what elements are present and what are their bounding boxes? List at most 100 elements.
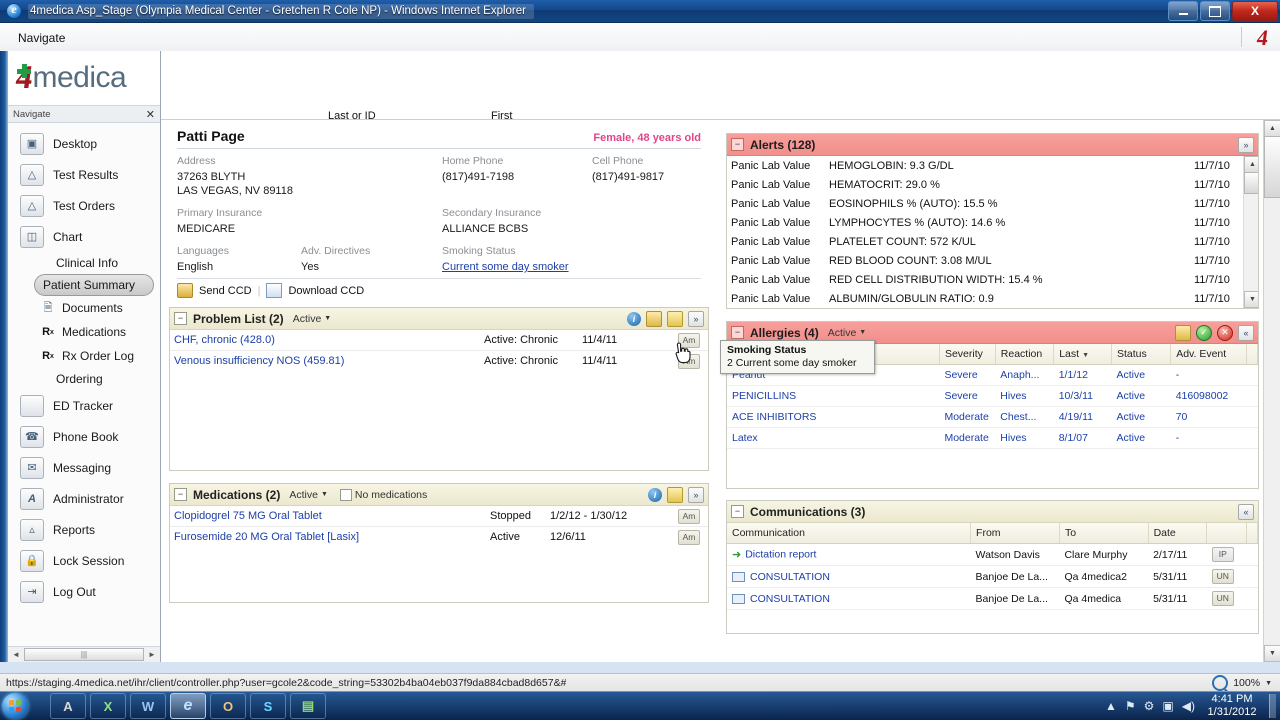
- column-date[interactable]: Date: [1148, 523, 1207, 544]
- close-button[interactable]: X: [1232, 1, 1278, 21]
- sidebar-item-desktop[interactable]: ▣ Desktop: [8, 128, 160, 159]
- scroll-thumb[interactable]: [1264, 136, 1280, 198]
- alert-row[interactable]: Panic Lab Value LYMPHOCYTES % (AUTO): 14…: [727, 213, 1258, 232]
- sidebar-item-rx-order-log[interactable]: Rx Rx Order Log: [8, 344, 160, 368]
- table-row[interactable]: CHF, chronic (428.0) Active: Chronic 11/…: [170, 330, 708, 351]
- expand-icon[interactable]: »: [1238, 137, 1254, 153]
- download-ccd-button[interactable]: Download CCD: [288, 285, 364, 297]
- sidebar-item-phone-book[interactable]: ☎ Phone Book: [8, 421, 160, 452]
- sidebar-item-reports[interactable]: ▵ Reports: [8, 514, 160, 545]
- alert-row[interactable]: Panic Lab Value HEMOGLOBIN: 9.3 G/DL 11/…: [727, 156, 1258, 175]
- sidebar-item-chart[interactable]: ◫ Chart: [8, 221, 160, 252]
- table-row[interactable]: ACE INHIBITORS Moderate Chest... 4/19/11…: [727, 407, 1258, 428]
- internet-explorer-taskbar-item[interactable]: e: [170, 693, 206, 719]
- alert-row[interactable]: Panic Lab Value PLATELET COUNT: 572 K/UL…: [727, 232, 1258, 251]
- allergy-description[interactable]: ACE INHIBITORS: [727, 407, 939, 428]
- no-medications-checkbox[interactable]: [340, 489, 352, 501]
- collapse-icon[interactable]: −: [174, 488, 187, 501]
- scroll-thumb[interactable]: |||: [24, 648, 144, 661]
- scroll-left-icon[interactable]: ◄: [10, 650, 22, 659]
- sidebar-item-log-out[interactable]: ⇥ Log Out: [8, 576, 160, 607]
- column-to[interactable]: To: [1059, 523, 1148, 544]
- scroll-up-icon[interactable]: ▲: [1264, 120, 1280, 137]
- medication-name[interactable]: Furosemide 20 MG Oral Tablet [Lasix]: [174, 531, 490, 543]
- edit-note-icon[interactable]: [667, 487, 683, 503]
- sidebar-item-documents[interactable]: 🗎 Documents: [8, 296, 160, 320]
- status-badge[interactable]: UN: [1212, 569, 1234, 584]
- alert-row[interactable]: Panic Lab Value RED CELL DISTRIBUTION WI…: [727, 270, 1258, 289]
- expand-icon[interactable]: »: [688, 311, 704, 327]
- table-row[interactable]: CONSULTATION Banjoe De La... Qa 4medica2…: [727, 566, 1258, 588]
- allergy-description[interactable]: Latex: [727, 428, 939, 449]
- communication-name[interactable]: CONSULTATION: [750, 593, 830, 605]
- amend-badge[interactable]: Am: [678, 509, 700, 524]
- table-row[interactable]: PENICILLINS Severe Hives 10/3/11 Active …: [727, 386, 1258, 407]
- content-scrollbar[interactable]: ▲ ▼: [1263, 120, 1280, 662]
- alert-row[interactable]: Panic Lab Value ALBUMIN/GLOBULIN RATIO: …: [727, 289, 1258, 308]
- folder-icon[interactable]: [646, 311, 662, 327]
- alerts-scrollbar[interactable]: ▲ ▼: [1243, 156, 1258, 308]
- sidebar-item-ed-tracker[interactable]: ED Tracker: [8, 390, 160, 421]
- allergy-description[interactable]: PENICILLINS: [727, 386, 939, 407]
- info-icon[interactable]: i: [627, 312, 641, 326]
- scroll-down-icon[interactable]: ▼: [1244, 291, 1258, 308]
- medication-name[interactable]: Clopidogrel 75 MG Oral Tablet: [174, 510, 490, 522]
- no-medications-checkbox-group[interactable]: No medications: [340, 489, 427, 501]
- table-row[interactable]: Furosemide 20 MG Oral Tablet [Lasix] Act…: [170, 527, 708, 547]
- status-badge[interactable]: IP: [1212, 547, 1234, 562]
- amend-badge[interactable]: Am: [678, 530, 700, 545]
- delete-icon[interactable]: ✕: [1217, 325, 1233, 341]
- clock[interactable]: 4:41 PM 1/31/2012: [1203, 693, 1261, 719]
- verify-icon[interactable]: ✓: [1196, 325, 1212, 341]
- sidebar-item-test-orders[interactable]: △ Test Orders: [8, 190, 160, 221]
- allergies-filter[interactable]: Active ▼: [828, 327, 867, 339]
- scroll-down-icon[interactable]: ▼: [1264, 645, 1280, 662]
- maximize-button[interactable]: [1200, 1, 1230, 21]
- zoom-control[interactable]: 100% ▼: [1212, 675, 1272, 691]
- problem-name[interactable]: Venous insufficiency NOS (459.81): [174, 355, 484, 367]
- collapse-icon[interactable]: −: [731, 138, 744, 151]
- collapse-icon[interactable]: −: [731, 505, 744, 518]
- problem-list-filter[interactable]: Active ▼: [293, 313, 332, 325]
- collapse-icon[interactable]: −: [731, 326, 744, 339]
- smoking-status-link[interactable]: Current some day smoker: [442, 261, 569, 273]
- edit-note-icon[interactable]: [667, 311, 683, 327]
- send-ccd-button[interactable]: Send CCD: [199, 285, 252, 297]
- notepad-taskbar-item[interactable]: A: [50, 693, 86, 719]
- alert-row[interactable]: Panic Lab Value EOSINOPHILS % (AUTO): 15…: [727, 194, 1258, 213]
- expand-icon[interactable]: »: [688, 487, 704, 503]
- column-last[interactable]: Last▼: [1054, 344, 1112, 365]
- collapse-up-icon[interactable]: «: [1238, 325, 1254, 341]
- show-desktop-button[interactable]: [1269, 694, 1276, 718]
- column-adv-event[interactable]: Adv. Event: [1171, 344, 1247, 365]
- scroll-thumb[interactable]: [1244, 172, 1258, 194]
- action-center-flag-icon[interactable]: ⚑: [1125, 699, 1136, 713]
- sidebar-horizontal-scrollbar[interactable]: ◄ ||| ►: [8, 646, 160, 662]
- sidebar-close-icon[interactable]: ✕: [146, 108, 155, 121]
- sidebar-item-lock-session[interactable]: 🔒 Lock Session: [8, 545, 160, 576]
- sidebar-item-medications[interactable]: Rx Medications: [8, 320, 160, 344]
- column-reaction[interactable]: Reaction: [995, 344, 1053, 365]
- add-allergy-icon[interactable]: [1175, 325, 1191, 341]
- menu-navigate[interactable]: Navigate: [18, 31, 65, 45]
- show-hidden-icons-icon[interactable]: ▲: [1105, 699, 1117, 713]
- column-communication[interactable]: Communication: [727, 523, 971, 544]
- sidebar-item-test-results[interactable]: △ Test Results: [8, 159, 160, 190]
- sidebar-item-administrator[interactable]: A Administrator: [8, 483, 160, 514]
- column-severity[interactable]: Severity: [939, 344, 995, 365]
- volume-icon[interactable]: ◀): [1182, 699, 1195, 713]
- excel-taskbar-item[interactable]: X: [90, 693, 126, 719]
- table-row[interactable]: Venous insufficiency NOS (459.81) Active…: [170, 351, 708, 371]
- communication-name[interactable]: CONSULTATION: [750, 571, 830, 583]
- info-icon[interactable]: i: [648, 488, 662, 502]
- alert-row[interactable]: Panic Lab Value HEMATOCRIT: 29.0 % 11/7/…: [727, 175, 1258, 194]
- settings-gear-icon[interactable]: ⚙: [1144, 699, 1155, 713]
- skype-taskbar-item[interactable]: S: [250, 693, 286, 719]
- table-row[interactable]: CONSULTATION Banjoe De La... Qa 4medica …: [727, 588, 1258, 610]
- medications-filter[interactable]: Active ▼: [289, 489, 328, 501]
- problem-name[interactable]: CHF, chronic (428.0): [174, 334, 484, 346]
- word-taskbar-item[interactable]: W: [130, 693, 166, 719]
- table-row[interactable]: Latex Moderate Hives 8/1/07 Active -: [727, 428, 1258, 449]
- collapse-up-icon[interactable]: «: [1238, 504, 1254, 520]
- sidebar-item-messaging[interactable]: ✉ Messaging: [8, 452, 160, 483]
